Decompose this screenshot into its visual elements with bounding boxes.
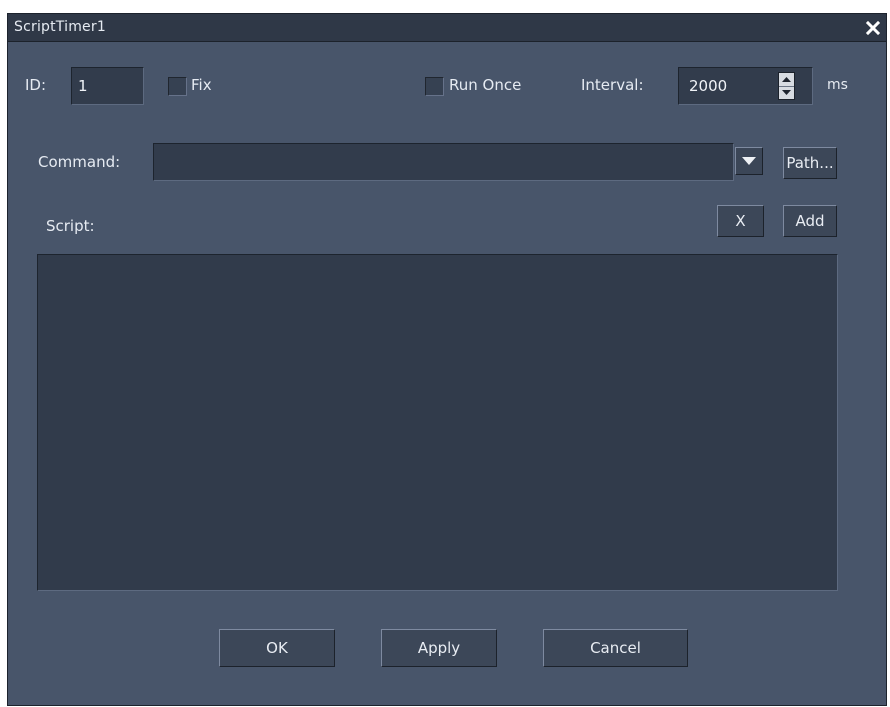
run-once-label: Run Once	[449, 76, 522, 94]
window-title: ScriptTimer1	[14, 19, 106, 35]
clear-script-button[interactable]: X	[717, 205, 764, 237]
command-input[interactable]	[153, 143, 734, 181]
script-label: Script:	[46, 217, 95, 235]
command-dropdown[interactable]	[735, 147, 763, 175]
id-label: ID:	[25, 76, 47, 94]
arrow-up-icon[interactable]	[779, 73, 794, 87]
cancel-button[interactable]: Cancel	[543, 629, 688, 667]
interval-stepper[interactable]	[778, 72, 795, 100]
script-timer-dialog: ScriptTimer1 ID: 1 Fix Run Once Interval…	[7, 13, 887, 706]
run-once-checkbox[interactable]	[425, 77, 444, 96]
title-bar[interactable]: ScriptTimer1	[8, 14, 886, 42]
id-input[interactable]: 1	[71, 67, 144, 105]
fix-label: Fix	[191, 76, 212, 94]
add-script-button[interactable]: Add	[783, 205, 837, 237]
command-label: Command:	[38, 153, 121, 171]
ok-button[interactable]: OK	[219, 629, 335, 667]
arrow-down-icon[interactable]	[779, 87, 794, 100]
interval-label: Interval:	[581, 76, 644, 94]
script-textarea[interactable]	[37, 254, 838, 591]
close-icon[interactable]	[863, 18, 883, 38]
apply-button[interactable]: Apply	[381, 629, 497, 667]
fix-checkbox[interactable]	[168, 77, 187, 96]
path-button[interactable]: Path...	[783, 147, 837, 179]
chevron-down-icon	[742, 157, 756, 165]
interval-unit: ms	[827, 77, 848, 93]
